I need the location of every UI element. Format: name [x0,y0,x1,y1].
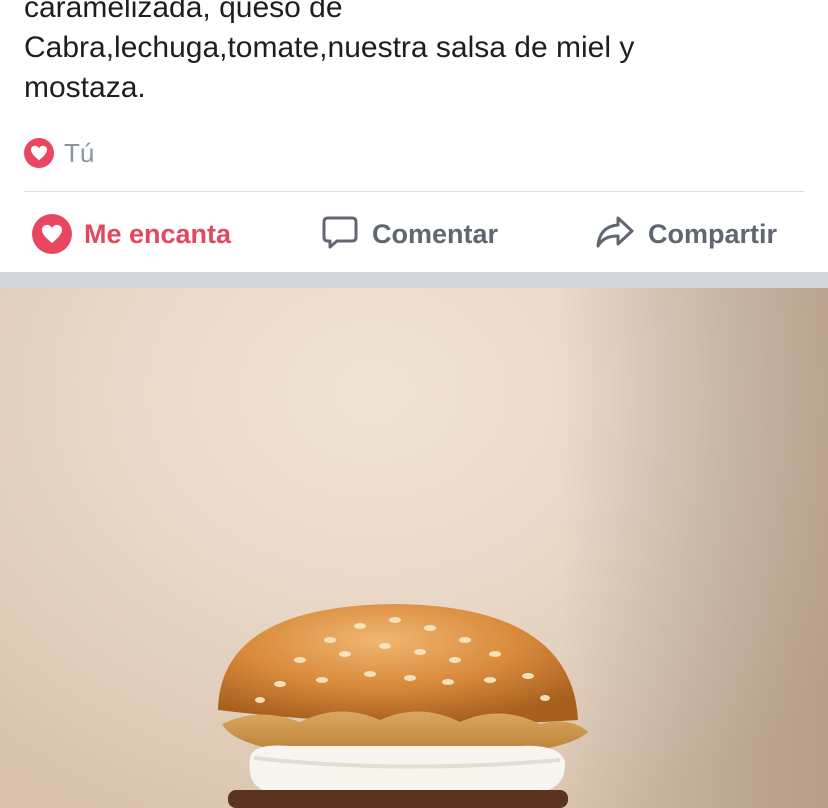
post-text: caramelizada, queso de Cabra,lechuga,tom… [24,0,804,108]
share-button[interactable]: Compartir [594,204,777,264]
post-text-line: Cabra,lechuga,tomate,nuestra salsa de mi… [24,31,635,64]
share-icon [594,212,636,257]
reactions-summary[interactable]: Tú [24,136,94,170]
divider [24,191,804,192]
comment-button[interactable]: Comentar [320,204,498,264]
comment-button-label: Comentar [372,218,499,249]
reactions-count: Tú [64,137,95,168]
heart-reaction-icon [24,138,54,168]
share-button-label: Compartir [648,218,778,249]
love-button[interactable]: Me encanta [32,204,231,264]
post-text-line: caramelizada, queso de [24,0,343,24]
post-photo[interactable] [0,288,828,808]
post-text-line: mostaza. [24,71,146,104]
feed-separator [0,272,828,288]
burger-illustration [218,288,828,808]
post-actions: Me encanta Comentar Compartir [0,204,828,264]
comment-icon [320,212,360,257]
heart-icon [32,214,72,254]
love-button-label: Me encanta [84,218,232,249]
